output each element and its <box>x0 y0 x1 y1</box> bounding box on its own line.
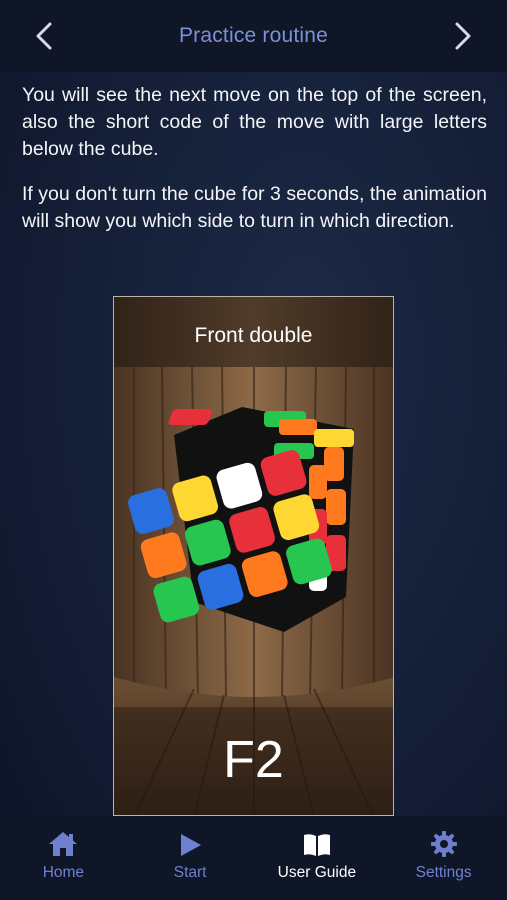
tab-start-label: Start <box>173 864 207 881</box>
forward-button[interactable] <box>441 14 485 58</box>
page-title: Practice routine <box>178 24 329 47</box>
tab-start[interactable]: Start <box>127 816 254 900</box>
tab-user-guide-label: User Guide <box>277 864 357 881</box>
book-icon <box>303 834 330 856</box>
gear-icon <box>430 831 457 857</box>
guide-paragraph-2: If you don't turn the cube for 3 seconds… <box>22 183 487 232</box>
tab-home-label: Home <box>42 864 85 881</box>
home-icon <box>49 832 78 856</box>
tab-home[interactable]: Home <box>0 816 127 900</box>
tab-user-guide[interactable]: User Guide <box>254 816 381 900</box>
chevron-left-icon <box>36 22 52 50</box>
move-code: F2 <box>223 731 284 789</box>
move-name: Front double <box>194 324 313 347</box>
tab-settings[interactable]: Settings <box>380 816 507 900</box>
header-bar: Practice routine <box>0 0 507 72</box>
tab-settings-label: Settings <box>415 864 472 881</box>
guide-text: You will see the next move on the top of… <box>22 82 487 253</box>
play-icon <box>181 834 202 856</box>
chevron-right-icon <box>455 22 471 50</box>
back-button[interactable] <box>22 14 66 58</box>
guide-paragraph-1: You will see the next move on the top of… <box>22 84 487 160</box>
tab-bar: Home Start User Guide Settings <box>0 816 507 900</box>
